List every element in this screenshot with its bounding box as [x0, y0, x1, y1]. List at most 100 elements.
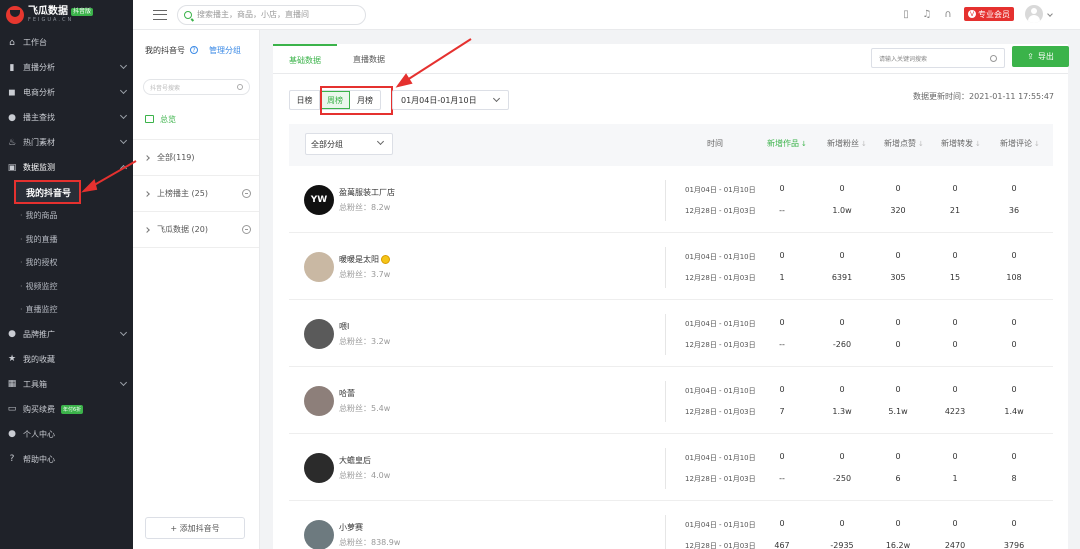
export-button[interactable]: ⇪ 导出 — [1012, 46, 1069, 67]
main-content: 基础数据 直播数据 请输入关键词搜索 ⇪ 导出 日榜 周榜 月榜 01月04日-… — [273, 44, 1069, 549]
sidebar-subitem-2[interactable]: 我的直播 — [0, 228, 133, 252]
metric-current: 0 — [839, 318, 845, 327]
promo-pill: 年付6折 — [61, 404, 84, 414]
bell-icon[interactable]: ♫ — [922, 8, 932, 20]
row-divider — [665, 448, 666, 489]
group-select[interactable]: 全部分组 — [305, 133, 393, 155]
date-range-select[interactable]: 01月04日-01月10日 — [392, 90, 509, 110]
add-account-button[interactable]: + 添加抖音号 — [145, 517, 245, 539]
vip-badge[interactable]: V 专业会员 — [964, 7, 1014, 21]
sidebar: 飞瓜数据 抖音版 FEIGUA.CN ⌂ 工作台 ▮ 直播分析 ◼ 电商分析 ● 播主查找 ♨ 热门… — [0, 0, 133, 549]
metric-previous: 6 — [895, 474, 901, 483]
sidebar-subitem-3[interactable]: 我的授权 — [0, 251, 133, 275]
col-new-fans[interactable]: 新增粉丝 ↓ — [827, 138, 867, 149]
upload-icon: ⇪ — [1027, 52, 1034, 61]
sidebar-item2-0[interactable]: ● 品牌推广 — [0, 322, 133, 347]
metric-current: 0 — [895, 184, 901, 193]
sidebar-item2-2[interactable]: ▦ 工具箱 — [0, 372, 133, 397]
col-new-likes[interactable]: 新增点赞 ↓ — [884, 138, 924, 149]
logo[interactable]: 飞瓜数据 抖音版 FEIGUA.CN — [0, 0, 133, 30]
account-name[interactable]: 大蟾皇后 — [339, 455, 371, 466]
tab-basic-data[interactable]: 基础数据 — [273, 44, 337, 74]
global-search-input[interactable]: 搜索播主，商品，小店，直播间 — [177, 4, 366, 25]
row-divider — [665, 515, 666, 549]
brand-icon: ● — [8, 329, 16, 339]
sidebar-item2-5[interactable]: ? 帮助中心 — [0, 447, 133, 472]
period-current: 01月04日 - 01月10日 — [685, 253, 756, 261]
date-range-value: 01月04日-01月10日 — [401, 95, 477, 105]
tab-live-data[interactable]: 直播数据 — [337, 44, 401, 74]
keyword-search-input[interactable]: 请输入关键词搜索 — [871, 48, 1005, 68]
chevron-down-icon — [119, 61, 128, 70]
manage-groups-link[interactable]: 管理分组 — [209, 45, 241, 56]
sidebar-item-2[interactable]: ◼ 电商分析 — [0, 80, 133, 105]
chevron-down-icon — [492, 94, 501, 103]
sidebar-item2-3[interactable]: ▭ 购买续费 年付6折 — [0, 397, 133, 422]
sidebar-subitem-4[interactable]: 视频监控 — [0, 275, 133, 299]
phone-icon[interactable]: ▯ — [901, 8, 911, 20]
metric-current: 0 — [895, 452, 901, 461]
user-search-icon: ● — [8, 112, 16, 123]
sidebar-item-4[interactable]: ♨ 热门素材 — [0, 130, 133, 155]
avatar[interactable] — [304, 319, 334, 349]
sun-emoji-icon — [381, 255, 390, 264]
chevron-right-icon — [144, 190, 150, 197]
logo-icon — [6, 6, 24, 24]
group-item-all[interactable]: 全部(119) — [133, 140, 259, 176]
account-name[interactable]: 喂I — [339, 321, 349, 332]
sidebar-item2-4[interactable]: ● 个人中心 — [0, 422, 133, 447]
metric-current: 0 — [779, 251, 785, 260]
metric-current: 0 — [1011, 452, 1017, 461]
account-name[interactable]: 盈萬服装工厂店 — [339, 187, 395, 198]
account-name-text: 哈蕾 — [339, 389, 355, 398]
chevron-down-icon — [119, 86, 128, 95]
overview-item[interactable]: 总览 — [133, 111, 259, 127]
sidebar-subitem-active[interactable]: 我的抖音号 — [14, 180, 81, 204]
avatar[interactable] — [304, 520, 334, 549]
sidebar-item-0[interactable]: ⌂ 工作台 — [0, 30, 133, 55]
app-badge: 抖音版 — [71, 8, 94, 16]
metric-current: 0 — [839, 519, 845, 528]
avatar[interactable] — [304, 453, 334, 483]
sidebar-subitem-1[interactable]: 我的商品 — [0, 204, 133, 228]
user-avatar[interactable] — [1025, 5, 1043, 23]
group-item-top[interactable]: 上榜播主 (25) — [133, 176, 259, 212]
metric-current: 0 — [952, 318, 958, 327]
remove-group-icon[interactable] — [242, 189, 251, 198]
col-new-works[interactable]: 新增作品 ↓ — [767, 138, 807, 149]
avatar[interactable] — [304, 386, 334, 416]
help-icon[interactable]: ? — [190, 46, 198, 54]
sidebar-item-1[interactable]: ▮ 直播分析 — [0, 55, 133, 80]
total-fans: 总粉丝：4.0w — [339, 471, 391, 480]
col-new-comments[interactable]: 新增评论 ↓ — [1000, 138, 1040, 149]
period-day-button[interactable]: 日榜 — [290, 91, 320, 109]
fire-icon: ♨ — [7, 137, 17, 148]
sidebar-subitem-5[interactable]: 直播监控 — [0, 298, 133, 322]
remove-group-icon[interactable] — [242, 225, 251, 234]
account-name[interactable]: 哈蕾 — [339, 388, 355, 399]
group-item-feigua[interactable]: 飞瓜数据 (20) — [133, 212, 259, 248]
sidebar-item-5[interactable]: ▣ 数据监测 — [0, 155, 133, 180]
account-search-input[interactable]: 抖音号搜索 — [143, 79, 250, 95]
metric-previous: 3796 — [1003, 541, 1025, 549]
metric-previous: 1.3w — [832, 407, 852, 416]
sidebar-item-3[interactable]: ● 播主查找 — [0, 105, 133, 130]
group-label: 全部(119) — [157, 153, 195, 162]
metric-current: 0 — [952, 251, 958, 260]
table-row: 大蟾皇后 总粉丝：4.0w 01月04日 - 01月10日 12月28日 - 01月0… — [289, 434, 1053, 501]
sort-icon: ↓ — [1034, 139, 1040, 148]
menu-toggle-icon[interactable] — [153, 9, 167, 20]
total-fans: 总粉丝：838.9w — [339, 538, 401, 547]
avatar[interactable] — [304, 252, 334, 282]
sidebar-item2-1[interactable]: ★ 我的收藏 — [0, 347, 133, 372]
col-new-shares[interactable]: 新增转发 ↓ — [941, 138, 981, 149]
headset-icon[interactable]: ∩ — [943, 8, 953, 20]
col-new-comments-label: 新增评论 — [1000, 139, 1032, 148]
metric-current: 0 — [952, 184, 958, 193]
account-name[interactable]: 小萝赛 — [339, 522, 363, 533]
avatar[interactable]: YW — [304, 185, 334, 215]
account-name[interactable]: 暖暖是太阳 — [339, 254, 390, 265]
chevron-down-icon[interactable] — [1047, 11, 1053, 17]
metric-previous: -- — [779, 474, 785, 483]
highlight-box — [320, 86, 393, 115]
